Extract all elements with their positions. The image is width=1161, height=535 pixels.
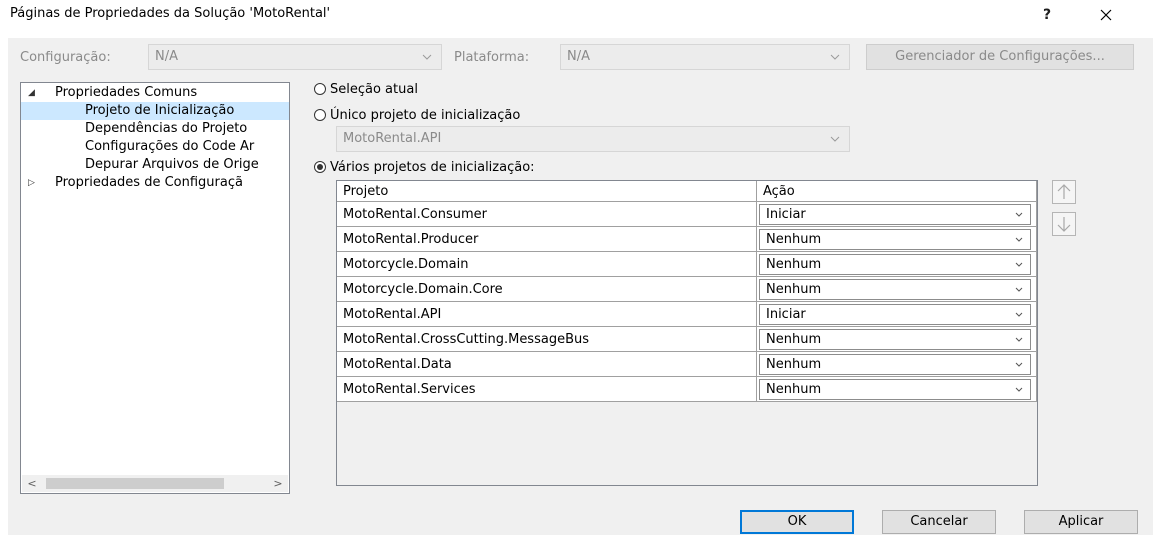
action-dropdown[interactable]: Nenhum xyxy=(759,254,1031,275)
table-row[interactable]: MotoRental.Services Nenhum xyxy=(337,377,1037,402)
action-value: Nenhum xyxy=(766,357,822,372)
chevron-down-icon xyxy=(1015,312,1023,317)
chevron-down-icon xyxy=(1015,212,1023,217)
action-value: Nenhum xyxy=(766,257,822,272)
project-name-cell: Motorcycle.Domain xyxy=(337,252,757,277)
chevron-down-icon xyxy=(422,54,432,60)
scroll-left-button[interactable]: < xyxy=(24,475,40,492)
arrow-up-icon xyxy=(1057,184,1071,199)
action-dropdown[interactable]: Nenhum xyxy=(759,229,1031,250)
project-name-cell: MotoRental.Data xyxy=(337,352,757,377)
action-value: Nenhum xyxy=(766,332,822,347)
action-cell: Nenhum xyxy=(757,227,1037,252)
action-cell: Nenhum xyxy=(757,327,1037,352)
column-header-action[interactable]: Ação xyxy=(757,181,1037,202)
action-dropdown[interactable]: Iniciar xyxy=(759,204,1031,225)
close-icon xyxy=(1100,9,1112,21)
project-name-cell: MotoRental.Consumer xyxy=(337,202,757,227)
action-dropdown[interactable]: Nenhum xyxy=(759,379,1031,400)
chevron-down-icon xyxy=(1015,287,1023,292)
action-cell: Nenhum xyxy=(757,252,1037,277)
action-dropdown[interactable]: Nenhum xyxy=(759,329,1031,350)
radio-indicator[interactable] xyxy=(314,83,326,95)
table-row[interactable]: MotoRental.Producer Nenhum xyxy=(337,227,1037,252)
config-label: Configuração: xyxy=(20,50,111,65)
tree-item-project-dependencies[interactable]: Dependências do Projeto xyxy=(85,120,247,138)
startup-projects-grid[interactable]: Projeto Ação MotoRental.Consumer Iniciar M… xyxy=(336,180,1038,486)
table-row[interactable]: MotoRental.CrossCutting.MessageBus Nenhum xyxy=(337,327,1037,352)
table-row[interactable]: MotoRental.Consumer Iniciar xyxy=(337,202,1037,227)
radio-label: Seleção atual xyxy=(330,82,418,97)
close-button[interactable] xyxy=(1094,4,1118,26)
radio-label: Vários projetos de inicialização: xyxy=(330,160,535,175)
radio-current-selection[interactable]: Seleção atual xyxy=(314,80,418,100)
radio-label: Único projeto de inicialização xyxy=(330,108,521,123)
single-project-dropdown[interactable]: MotoRental.API xyxy=(336,126,850,152)
collapsed-triangle-icon[interactable]: ▷ xyxy=(28,174,38,192)
chevron-down-icon xyxy=(1015,387,1023,392)
chevron-down-icon xyxy=(1015,337,1023,342)
apply-button[interactable]: Aplicar xyxy=(1024,510,1138,534)
cancel-button[interactable]: Cancelar xyxy=(882,510,996,534)
config-value: N/A xyxy=(155,49,178,64)
radio-single-project[interactable]: Único projeto de inicialização xyxy=(314,106,520,126)
action-cell: Iniciar xyxy=(757,302,1037,327)
properties-tree[interactable]: ◢ Propriedades Comuns Projeto de Inicial… xyxy=(20,82,290,494)
action-dropdown[interactable]: Nenhum xyxy=(759,354,1031,375)
arrow-down-icon xyxy=(1057,217,1071,232)
action-value: Iniciar xyxy=(766,207,806,222)
ok-button[interactable]: OK xyxy=(740,510,854,534)
dialog-title: Páginas de Propriedades da Solução 'Moto… xyxy=(10,6,331,21)
move-up-button[interactable] xyxy=(1052,180,1076,204)
action-cell: Iniciar xyxy=(757,202,1037,227)
project-name-cell: Motorcycle.Domain.Core xyxy=(337,277,757,302)
expanded-triangle-icon[interactable]: ◢ xyxy=(28,84,38,102)
tree-item-common-properties[interactable]: Propriedades Comuns xyxy=(55,84,197,102)
chevron-down-icon xyxy=(830,54,840,60)
action-value: Iniciar xyxy=(766,307,806,322)
table-row[interactable]: Motorcycle.Domain Nenhum xyxy=(337,252,1037,277)
scrollbar-thumb[interactable] xyxy=(46,478,224,489)
tree-item-debug-source-files[interactable]: Depurar Arquivos de Orige xyxy=(85,156,259,174)
action-dropdown[interactable]: Nenhum xyxy=(759,279,1031,300)
help-button[interactable]: ? xyxy=(1036,4,1058,26)
scroll-right-button[interactable]: > xyxy=(270,475,286,492)
chevron-down-icon xyxy=(830,136,840,142)
platform-value: N/A xyxy=(567,49,590,64)
table-row[interactable]: MotoRental.Data Nenhum xyxy=(337,352,1037,377)
action-cell: Nenhum xyxy=(757,377,1037,402)
config-dropdown[interactable]: N/A xyxy=(148,44,442,70)
action-cell: Nenhum xyxy=(757,352,1037,377)
action-value: Nenhum xyxy=(766,382,822,397)
action-value: Nenhum xyxy=(766,282,822,297)
platform-label: Plataforma: xyxy=(454,50,530,65)
tree-item-config-properties[interactable]: Propriedades de Configuraçã xyxy=(55,174,243,192)
project-name-cell: MotoRental.Services xyxy=(337,377,757,402)
chevron-down-icon xyxy=(1015,237,1023,242)
radio-indicator-checked[interactable] xyxy=(314,161,326,173)
config-manager-button[interactable]: Gerenciador de Configurações... xyxy=(866,44,1134,70)
horizontal-scrollbar[interactable]: < > xyxy=(22,475,288,492)
chevron-down-icon xyxy=(1015,362,1023,367)
single-project-value: MotoRental.API xyxy=(343,131,442,146)
radio-indicator[interactable] xyxy=(314,109,326,121)
move-down-button[interactable] xyxy=(1052,212,1076,236)
table-row[interactable]: Motorcycle.Domain.Core Nenhum xyxy=(337,277,1037,302)
tree-item-startup-project[interactable]: Projeto de Inicialização xyxy=(21,102,289,120)
action-value: Nenhum xyxy=(766,232,822,247)
platform-dropdown[interactable]: N/A xyxy=(560,44,850,70)
table-row[interactable]: MotoRental.API Iniciar xyxy=(337,302,1037,327)
chevron-down-icon xyxy=(1015,262,1023,267)
project-name-cell: MotoRental.Producer xyxy=(337,227,757,252)
column-header-project[interactable]: Projeto xyxy=(337,181,757,202)
project-name-cell: MotoRental.API xyxy=(337,302,757,327)
action-cell: Nenhum xyxy=(757,277,1037,302)
radio-multiple-projects[interactable]: Vários projetos de inicialização: xyxy=(314,158,535,178)
tree-item-code-analysis[interactable]: Configurações do Code Ar xyxy=(85,138,254,156)
action-dropdown[interactable]: Iniciar xyxy=(759,304,1031,325)
project-name-cell: MotoRental.CrossCutting.MessageBus xyxy=(337,327,757,352)
